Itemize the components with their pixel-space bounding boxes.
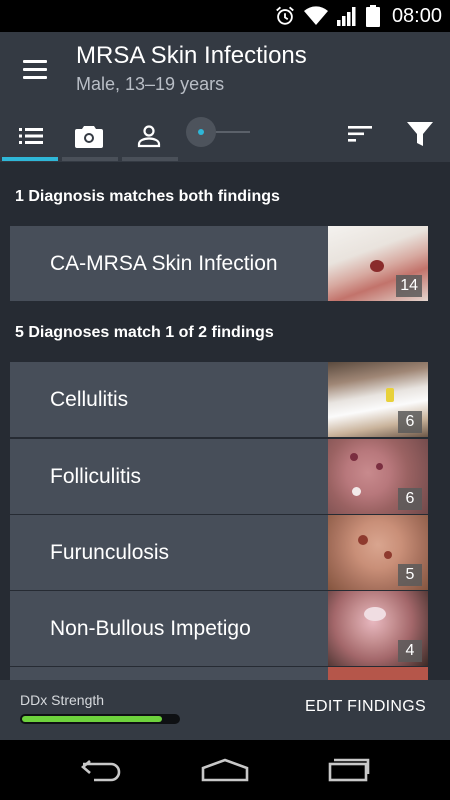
diagnosis-list: 1 Diagnosis matches both findings CA-MRS…: [0, 162, 450, 680]
diagnosis-thumbnail[interactable]: 6: [328, 362, 428, 437]
ddx-strength-label: DDx Strength: [20, 692, 105, 708]
sort-button[interactable]: [340, 116, 380, 152]
status-bar: 08:00: [0, 0, 450, 32]
home-icon: [201, 758, 249, 782]
back-icon: [80, 760, 120, 782]
diagnosis-row[interactable]: Cellulitis 6: [10, 362, 428, 437]
back-button[interactable]: [72, 750, 132, 790]
diagnosis-name: Furunculosis: [50, 541, 170, 564]
recents-button[interactable]: [318, 750, 378, 790]
battery-icon: [365, 5, 380, 27]
image-count-badge: 6: [398, 411, 422, 433]
diagnosis-thumbnail[interactable]: 5: [328, 515, 428, 590]
sort-icon: [348, 126, 372, 142]
ddx-strength-fill: [22, 716, 162, 722]
filter-button[interactable]: [400, 116, 440, 152]
diagnosis-thumbnail[interactable]: 4: [328, 591, 428, 666]
alarm-icon: [276, 6, 294, 25]
tab-indicator-photos: [62, 157, 118, 161]
image-count-badge: 14: [396, 275, 422, 297]
list-icon: [19, 128, 43, 144]
person-icon: [137, 125, 161, 148]
diagnosis-thumbnail[interactable]: 6: [328, 439, 428, 514]
slider-dot: [198, 129, 204, 135]
wifi-icon: [303, 6, 328, 26]
recents-icon: [329, 758, 370, 782]
diagnosis-row[interactable]: Folliculitis 6: [10, 439, 428, 514]
app-header: MRSA Skin Infections Male, 13–19 years: [0, 32, 450, 162]
image-count-badge: 6: [398, 488, 422, 510]
diagnosis-name: CA-MRSA Skin Infection: [50, 252, 278, 275]
diagnosis-name: Cellulitis: [50, 388, 129, 411]
edit-findings-button[interactable]: EDIT FINDINGS: [305, 698, 426, 716]
image-count-badge: 4: [398, 640, 422, 662]
diagnosis-row[interactable]: [10, 667, 428, 680]
clock: 08:00: [391, 4, 442, 27]
diagnosis-thumbnail[interactable]: [328, 667, 428, 680]
filter-icon: [407, 122, 433, 146]
diagnosis-thumbnail[interactable]: 14: [328, 226, 428, 301]
tab-indicator-list: [2, 157, 58, 161]
diagnosis-name: Non-Bullous Impetigo: [50, 617, 251, 640]
tab-indicator-patient: [122, 157, 178, 161]
section-heading-partial: 5 Diagnoses match 1 of 2 findings: [15, 324, 274, 341]
page-title: MRSA Skin Infections: [76, 42, 307, 69]
ddx-strength-bar: [20, 714, 180, 724]
diagnosis-row[interactable]: CA-MRSA Skin Infection 14: [10, 226, 428, 301]
diagnosis-row[interactable]: Furunculosis 5: [10, 515, 428, 590]
diagnosis-name: Folliculitis: [50, 465, 142, 488]
tab-patient[interactable]: [120, 112, 178, 160]
home-button[interactable]: [195, 750, 255, 790]
tab-list[interactable]: [2, 112, 60, 160]
zoom-slider[interactable]: [186, 116, 256, 148]
bottom-bar: DDx Strength EDIT FINDINGS: [0, 680, 450, 740]
menu-icon: [23, 59, 47, 63]
system-nav-bar: [0, 740, 450, 800]
signal-icon: [336, 7, 356, 26]
camera-icon: [75, 126, 103, 148]
page-subtitle: Male, 13–19 years: [76, 74, 225, 94]
section-heading-both: 1 Diagnosis matches both findings: [15, 188, 280, 205]
diagnosis-row[interactable]: Non-Bullous Impetigo 4: [10, 591, 428, 666]
image-count-badge: 5: [398, 564, 422, 586]
menu-button[interactable]: [18, 52, 52, 86]
tab-photos[interactable]: [60, 112, 118, 160]
